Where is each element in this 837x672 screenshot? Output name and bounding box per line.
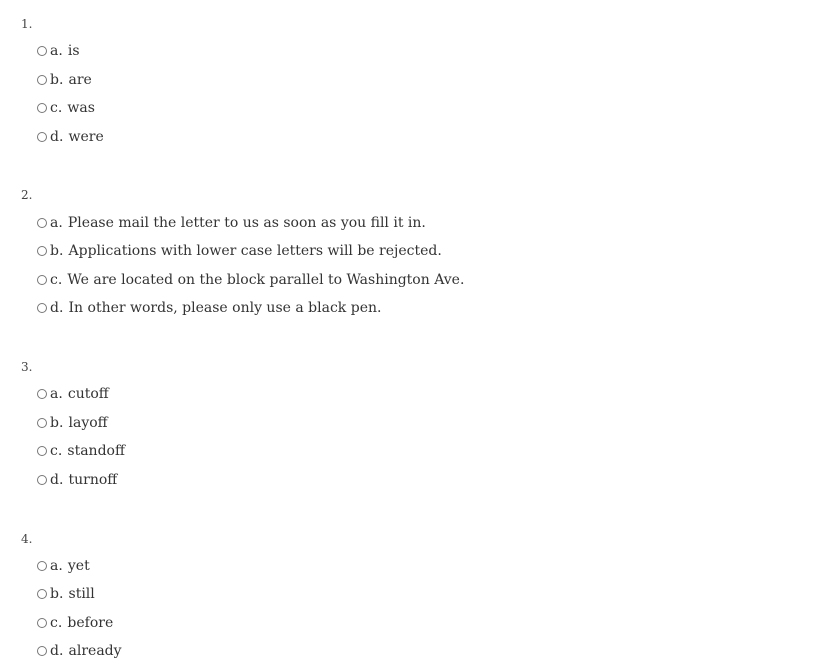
option-text: standoff xyxy=(67,443,125,459)
radio-button[interactable] xyxy=(37,46,47,56)
radio-button[interactable] xyxy=(37,218,47,228)
option-text: Please mail the letter to us as soon as … xyxy=(67,215,426,231)
question-number: 3. xyxy=(21,360,33,374)
option-a[interactable]: a. yet xyxy=(37,556,90,576)
option-letter: a. xyxy=(50,558,63,574)
option-b[interactable]: b. Applications with lower case letters … xyxy=(37,241,442,261)
option-text: yet xyxy=(67,558,90,574)
option-c[interactable]: c. standoff xyxy=(37,441,125,461)
option-text: is xyxy=(67,43,80,59)
option-text: turnoff xyxy=(68,472,118,488)
option-letter: c. xyxy=(50,100,63,116)
option-text: are xyxy=(68,72,92,88)
radio-button[interactable] xyxy=(37,646,47,656)
option-b[interactable]: b. are xyxy=(37,70,92,90)
radio-button[interactable] xyxy=(37,475,47,485)
option-c[interactable]: c. We are located on the block parallel … xyxy=(37,270,464,290)
radio-button[interactable] xyxy=(37,246,47,256)
radio-button[interactable] xyxy=(37,589,47,599)
option-a[interactable]: a. Please mail the letter to us as soon … xyxy=(37,213,426,233)
option-letter: b. xyxy=(50,72,64,88)
radio-button[interactable] xyxy=(37,418,47,428)
option-b[interactable]: b. still xyxy=(37,584,95,604)
option-letter: a. xyxy=(50,215,63,231)
option-c[interactable]: c. was xyxy=(37,98,95,118)
radio-button[interactable] xyxy=(37,618,47,628)
question-number: 4. xyxy=(21,532,33,546)
option-letter: b. xyxy=(50,243,64,259)
radio-button[interactable] xyxy=(37,275,47,285)
option-a[interactable]: a. cutoff xyxy=(37,384,109,404)
radio-button[interactable] xyxy=(37,446,47,456)
option-letter: a. xyxy=(50,43,63,59)
option-letter: d. xyxy=(50,129,64,145)
option-letter: c. xyxy=(50,272,63,288)
option-text: We are located on the block parallel to … xyxy=(67,272,465,288)
radio-button[interactable] xyxy=(37,75,47,85)
option-b[interactable]: b. layoff xyxy=(37,413,108,433)
option-d[interactable]: d. already xyxy=(37,641,122,661)
option-letter: d. xyxy=(50,300,64,316)
option-text: Applications with lower case letters wil… xyxy=(68,243,442,259)
option-d[interactable]: d. In other words, please only use a bla… xyxy=(37,298,381,318)
radio-button[interactable] xyxy=(37,561,47,571)
option-letter: b. xyxy=(50,415,64,431)
option-text: cutoff xyxy=(67,386,109,402)
option-letter: d. xyxy=(50,472,64,488)
option-text: layoff xyxy=(68,415,108,431)
question-number: 2. xyxy=(21,188,33,202)
option-d[interactable]: d. were xyxy=(37,127,104,147)
option-letter: c. xyxy=(50,615,63,631)
radio-button[interactable] xyxy=(37,303,47,313)
option-c[interactable]: c. before xyxy=(37,613,113,633)
option-letter: b. xyxy=(50,586,64,602)
question-number: 1. xyxy=(21,17,33,31)
option-a[interactable]: a. is xyxy=(37,41,80,61)
option-text: before xyxy=(67,615,114,631)
radio-button[interactable] xyxy=(37,132,47,142)
option-letter: d. xyxy=(50,643,64,659)
option-text: still xyxy=(68,586,95,602)
option-letter: c. xyxy=(50,443,63,459)
option-text: already xyxy=(68,643,122,659)
option-d[interactable]: d. turnoff xyxy=(37,470,117,490)
option-text: In other words, please only use a black … xyxy=(68,300,382,316)
option-letter: a. xyxy=(50,386,63,402)
option-text: was xyxy=(67,100,95,116)
radio-button[interactable] xyxy=(37,103,47,113)
option-text: were xyxy=(68,129,104,145)
radio-button[interactable] xyxy=(37,389,47,399)
